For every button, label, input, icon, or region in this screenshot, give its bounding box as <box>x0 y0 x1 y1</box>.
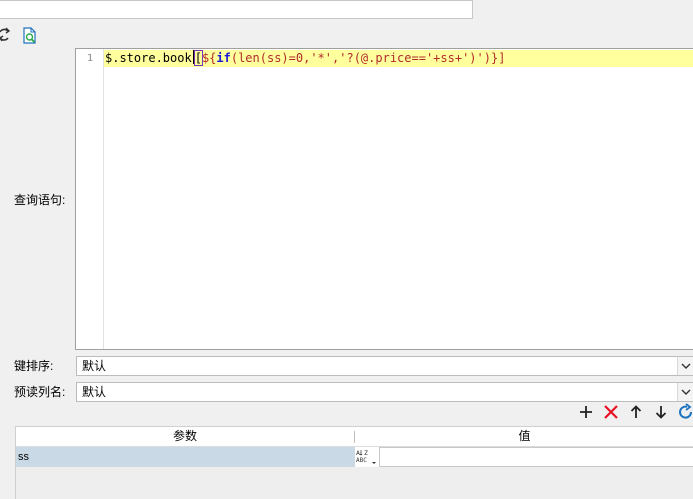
code-open-bracket: [ <box>193 50 203 66</box>
refresh-icon[interactable] <box>677 403 693 421</box>
top-path-input[interactable] <box>0 0 473 19</box>
code-concat: +ss+ <box>433 51 463 65</box>
code-close: )}] <box>483 51 506 65</box>
chevron-down-icon[interactable] <box>677 357 693 375</box>
refresh-icon[interactable] <box>0 26 10 44</box>
column-header-value[interactable]: 值 <box>355 427 693 446</box>
arrow-up-icon[interactable] <box>627 403 645 421</box>
svg-text:A: A <box>356 449 360 457</box>
key-sort-value: 默认 <box>82 359 107 373</box>
column-header-param[interactable]: 参数 <box>16 427 354 446</box>
code-func: if <box>216 51 231 65</box>
code-prefix: $.store.book <box>105 51 192 65</box>
code-str1: '*' <box>310 51 333 65</box>
line-number: 1 <box>86 53 93 64</box>
key-sort-label: 键排序: <box>14 359 54 373</box>
preread-column-label: 预读列名: <box>14 385 66 399</box>
svg-text:ABC: ABC <box>356 457 367 464</box>
delete-x-icon[interactable] <box>602 403 620 421</box>
text-caret <box>192 50 194 64</box>
preread-column-value: 默认 <box>82 385 107 399</box>
param-value-input[interactable] <box>379 447 693 467</box>
code-str3: ')' <box>462 51 484 65</box>
plus-icon[interactable] <box>577 403 595 421</box>
preread-column-select[interactable]: 默认 <box>76 382 693 402</box>
query-label: 查询语句: <box>14 193 66 207</box>
query-editor[interactable]: 1 $.store.book [${if(len(ss)=0,'*','?(@.p… <box>75 48 693 350</box>
arrow-down-icon[interactable] <box>652 403 670 421</box>
params-table: 参数 值 ss A Z ABC <box>15 426 693 499</box>
editor-gutter: 1 <box>76 49 104 349</box>
table-row[interactable]: ss A Z ABC <box>16 447 693 468</box>
params-table-header: 参数 值 <box>16 427 693 447</box>
code-args: (len(ss)=0, <box>230 51 311 65</box>
code-dollar-brace: ${ <box>201 51 217 65</box>
search-file-icon[interactable] <box>22 27 38 45</box>
key-sort-select[interactable]: 默认 <box>76 356 693 376</box>
chevron-down-icon[interactable] <box>677 383 693 401</box>
abc-type-icon[interactable]: A Z ABC <box>355 447 379 467</box>
code-str2: '?(@.price==' <box>339 51 434 65</box>
code-line[interactable]: $.store.book [${if(len(ss)=0,'*','?(@.pri… <box>104 50 693 67</box>
param-name-cell[interactable]: ss <box>16 447 355 467</box>
svg-text:Z: Z <box>364 449 368 457</box>
